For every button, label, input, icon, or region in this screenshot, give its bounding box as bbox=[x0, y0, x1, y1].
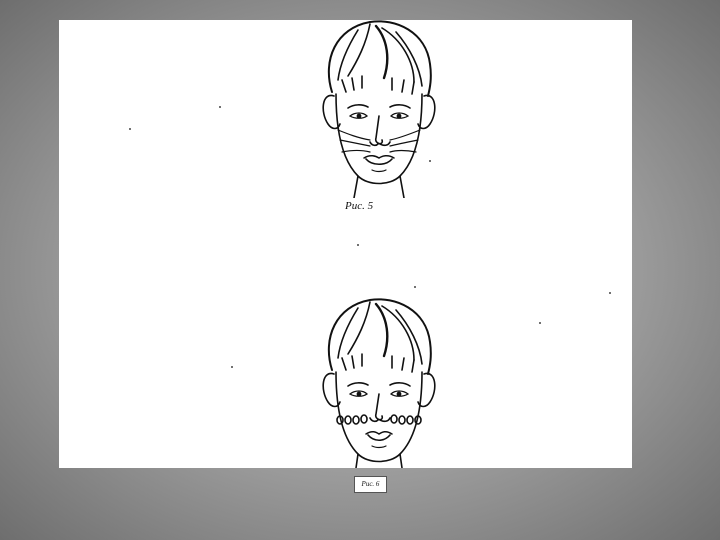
figure-caption-bottom: Рис. 6 bbox=[354, 476, 387, 493]
scan-speck bbox=[219, 106, 221, 108]
scan-speck bbox=[129, 128, 131, 130]
scan-speck bbox=[414, 286, 416, 288]
scan-speck bbox=[609, 292, 611, 294]
figure-panel: Рис. 5 bbox=[59, 20, 632, 468]
figure-caption-top: Рис. 5 bbox=[345, 200, 374, 212]
scan-speck bbox=[357, 244, 359, 246]
boy-face-lines-icon bbox=[318, 20, 440, 198]
boy-face-dots-icon bbox=[318, 298, 440, 468]
scan-speck bbox=[539, 322, 541, 324]
scan-speck bbox=[429, 160, 431, 162]
slide: Рис. 5 Рис. 6 bbox=[0, 0, 720, 540]
scan-speck bbox=[231, 366, 233, 368]
